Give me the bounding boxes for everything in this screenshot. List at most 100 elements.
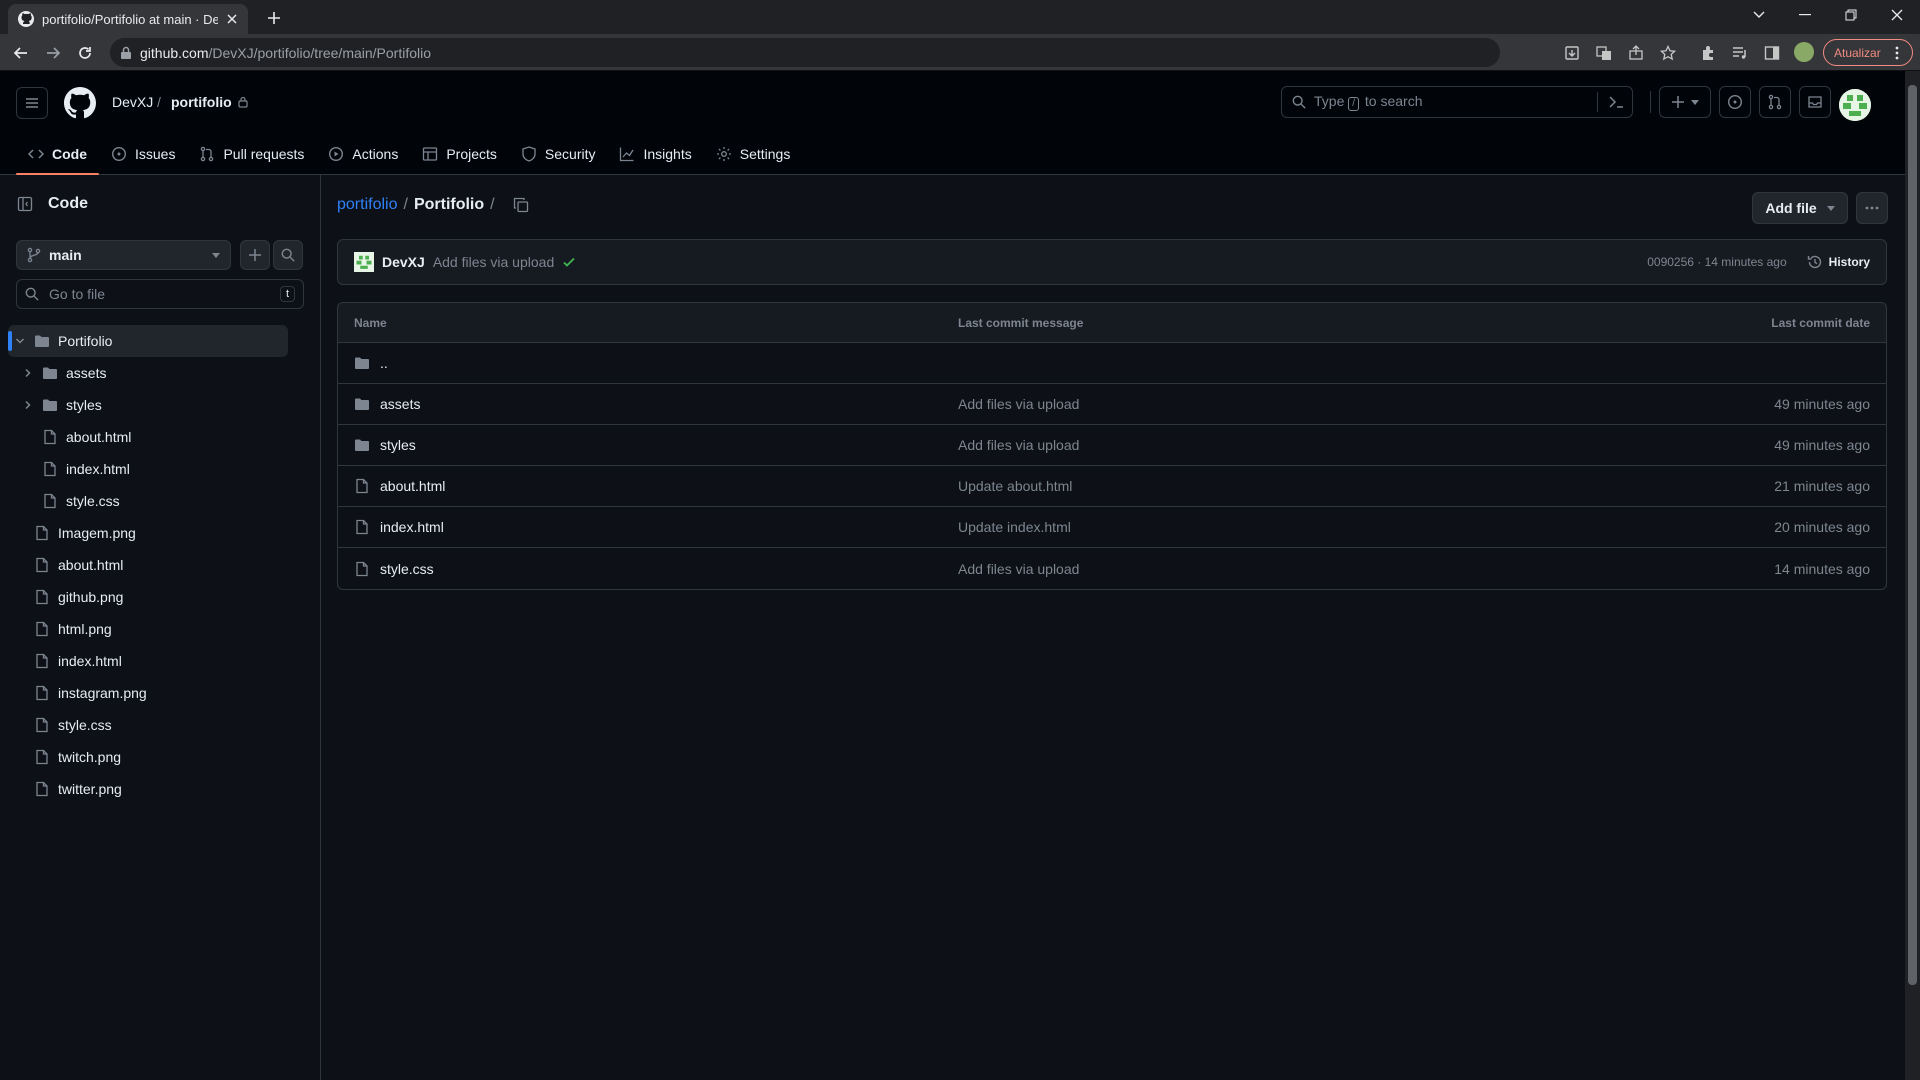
repo-owner-link[interactable]: DevXJ — [112, 94, 153, 110]
folder-icon — [42, 365, 58, 381]
tab-pull-requests[interactable]: Pull requests — [187, 133, 316, 175]
file-row-folder[interactable]: .. — [338, 343, 1886, 384]
tree-file-item[interactable]: index.html — [8, 453, 288, 485]
file-row-folder[interactable]: assets Add files via upload 49 minutes ago — [338, 384, 1886, 425]
share-icon[interactable] — [1626, 43, 1646, 63]
tree-folder-item[interactable]: Portifolio — [8, 325, 288, 357]
search-files-icon[interactable] — [273, 240, 303, 270]
add-file-icon[interactable] — [240, 240, 270, 270]
commit-date: 20 minutes ago — [1774, 519, 1870, 535]
tree-file-item[interactable]: instagram.png — [8, 677, 288, 709]
minimize-icon[interactable] — [1783, 0, 1827, 30]
more-options-icon[interactable] — [1856, 192, 1888, 224]
command-palette-icon[interactable] — [1597, 92, 1632, 112]
scrollbar-thumb[interactable] — [1908, 85, 1917, 985]
add-file-button[interactable]: Add file — [1752, 192, 1848, 224]
create-new-button[interactable] — [1659, 86, 1711, 118]
branch-selector[interactable]: main — [16, 240, 231, 270]
search-shortcut-key: / — [1348, 97, 1360, 111]
file-name-link[interactable]: index.html — [380, 519, 444, 535]
file-name-link[interactable]: assets — [380, 396, 420, 412]
translate-icon[interactable] — [1594, 43, 1614, 63]
chevron-right-icon[interactable] — [20, 368, 36, 378]
tab-settings-label: Settings — [739, 146, 791, 162]
new-tab-icon[interactable] — [262, 6, 286, 30]
tab-security[interactable]: Security — [509, 133, 608, 175]
tab-settings[interactable]: Settings — [704, 133, 803, 175]
tab-search-icon[interactable] — [1737, 0, 1781, 30]
go-to-file-input[interactable]: Go to file t — [16, 279, 304, 309]
commit-message[interactable]: Add files via upload — [433, 254, 554, 270]
close-window-icon[interactable] — [1875, 0, 1919, 30]
check-icon[interactable] — [562, 255, 576, 269]
tab-actions[interactable]: Actions — [316, 133, 410, 175]
breadcrumb-repo-link[interactable]: portifolio — [337, 196, 397, 214]
pull-request-icon — [201, 146, 214, 162]
tree-file-item[interactable]: github.png — [8, 581, 288, 613]
commit-message-link[interactable]: Update index.html — [958, 519, 1658, 535]
back-icon[interactable] — [8, 40, 34, 66]
bookmark-star-icon[interactable] — [1658, 43, 1678, 63]
chevron-down-icon[interactable] — [12, 336, 28, 346]
tab-code[interactable]: Code — [16, 133, 99, 175]
pull-requests-icon[interactable] — [1759, 86, 1791, 118]
reload-icon[interactable] — [72, 40, 98, 66]
commit-message-link[interactable]: Update about.html — [958, 478, 1658, 494]
folder-icon — [34, 333, 50, 349]
browser-tab[interactable]: portifolio/Portifolio at main · Dev — [8, 4, 248, 34]
file-row-file[interactable]: style.css Add files via upload 14 minutes … — [338, 548, 1886, 589]
forward-icon[interactable] — [40, 40, 66, 66]
install-app-icon[interactable] — [1562, 43, 1582, 63]
tab-insights[interactable]: Insights — [607, 133, 703, 175]
issues-icon[interactable] — [1719, 86, 1751, 118]
extensions-icon[interactable] — [1698, 43, 1718, 63]
page-scrollbar[interactable] — [1905, 71, 1920, 1080]
tree-folder-item[interactable]: assets — [8, 357, 288, 389]
tree-file-item[interactable]: twitch.png — [8, 741, 288, 773]
commit-author-avatar[interactable] — [354, 252, 374, 272]
tree-file-item[interactable]: index.html — [8, 645, 288, 677]
commit-message-link[interactable]: Add files via upload — [958, 437, 1658, 453]
user-avatar[interactable] — [1839, 89, 1871, 121]
commit-message-link[interactable]: Add files via upload — [958, 396, 1658, 412]
tab-projects[interactable]: Projects — [410, 133, 509, 175]
chevron-right-icon[interactable] — [20, 400, 36, 410]
tree-file-item[interactable]: Imagem.png — [8, 517, 288, 549]
file-name-link[interactable]: .. — [380, 355, 388, 371]
history-button[interactable]: History — [1807, 254, 1870, 270]
copy-path-icon[interactable] — [513, 197, 529, 213]
tree-file-item[interactable]: style.css — [8, 709, 288, 741]
file-name-link[interactable]: styles — [380, 437, 416, 453]
side-panel-icon[interactable] — [1762, 43, 1782, 63]
restore-icon[interactable] — [1829, 0, 1873, 30]
kebab-menu-icon[interactable] — [1895, 46, 1899, 60]
commit-message-link[interactable]: Add files via upload — [958, 561, 1658, 577]
inbox-icon[interactable] — [1799, 86, 1831, 118]
search-input[interactable]: Type / to search — [1281, 86, 1633, 118]
file-row-file[interactable]: about.html Update about.html 21 minutes ag… — [338, 466, 1886, 507]
file-row-folder[interactable]: styles Add files via upload 49 minutes ago — [338, 425, 1886, 466]
tab-close-icon[interactable] — [226, 13, 238, 25]
tab-issues[interactable]: Issues — [99, 133, 187, 175]
tree-file-item[interactable]: twitter.png — [8, 773, 288, 805]
collapse-sidebar-icon[interactable] — [16, 195, 34, 213]
update-button[interactable]: Atualizar — [1823, 39, 1913, 66]
repo-name-link[interactable]: portifolio — [171, 94, 248, 110]
media-control-icon[interactable] — [1730, 43, 1750, 63]
github-logo-icon[interactable] — [64, 87, 96, 119]
tree-file-item[interactable]: about.html — [8, 421, 288, 453]
private-lock-icon — [238, 96, 248, 108]
address-bar[interactable]: github.com/DevXJ/portifolio/tree/main/Po… — [110, 38, 1500, 67]
file-name-link[interactable]: about.html — [380, 478, 445, 494]
hamburger-menu-icon[interactable] — [16, 87, 48, 119]
tree-file-item[interactable]: html.png — [8, 613, 288, 645]
tree-file-item[interactable]: about.html — [8, 549, 288, 581]
tree-file-item[interactable]: style.css — [8, 485, 288, 517]
repo-name: portifolio — [171, 94, 232, 110]
file-name-link[interactable]: style.css — [380, 561, 434, 577]
tree-folder-item[interactable]: styles — [8, 389, 288, 421]
file-row-file[interactable]: index.html Update index.html 20 minutes ag… — [338, 507, 1886, 548]
commit-hash-time[interactable]: 0090256 · 14 minutes ago — [1647, 255, 1786, 269]
browser-profile-avatar[interactable] — [1794, 42, 1814, 62]
commit-author[interactable]: DevXJ — [382, 254, 425, 270]
